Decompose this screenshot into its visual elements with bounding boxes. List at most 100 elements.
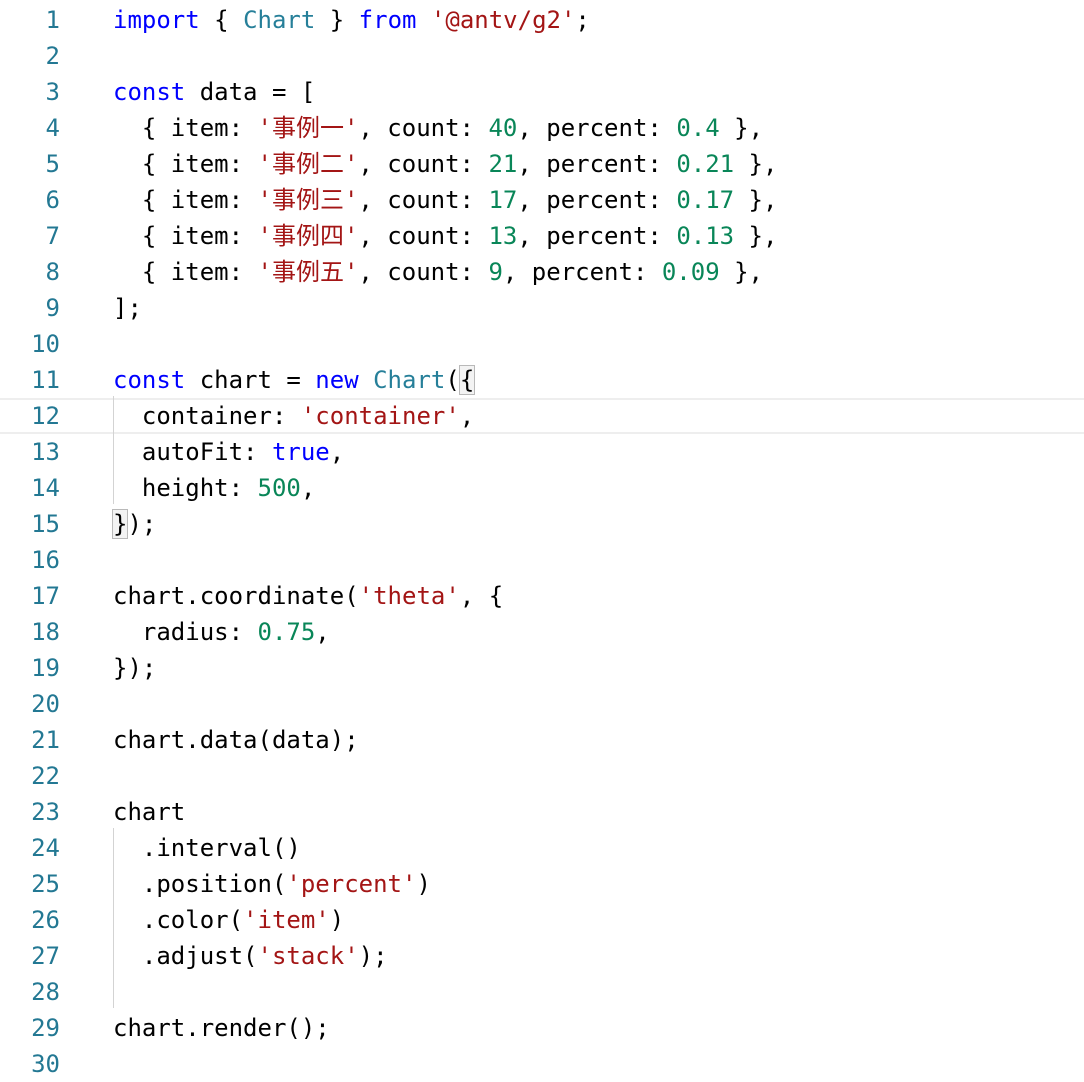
matching-bracket: {: [458, 365, 476, 395]
code-line[interactable]: 4 { item: '事例一', count: 40, percent: 0.4…: [0, 110, 1084, 146]
code-line[interactable]: 29 chart.render();: [0, 1010, 1084, 1046]
matching-bracket: }: [111, 509, 129, 539]
line-code: { item: '事例一', count: 40, percent: 0.4 }…: [113, 110, 763, 146]
code-token: { item:: [113, 114, 258, 142]
line-code: chart.render();: [113, 1010, 330, 1046]
code-token: .color(: [113, 906, 244, 934]
line-number: 7: [45, 222, 60, 250]
line-code: height: 500,: [113, 470, 315, 506]
line-number: 8: [45, 258, 60, 286]
code-token: '事例二': [257, 150, 359, 178]
line-number: 25: [31, 870, 60, 898]
line-number: 20: [31, 690, 60, 718]
code-token: 9: [488, 258, 503, 286]
code-token: },: [719, 258, 764, 286]
code-token: (: [445, 366, 460, 394]
code-line[interactable]: 28: [0, 974, 1084, 1010]
code-line[interactable]: 27 .adjust('stack');: [0, 938, 1084, 974]
code-line[interactable]: 30: [0, 1046, 1084, 1082]
code-token: );: [358, 942, 388, 970]
line-number: 2: [45, 42, 60, 70]
code-token: ,: [329, 438, 345, 466]
code-token: .position(: [113, 870, 287, 898]
code-line[interactable]: 20: [0, 686, 1084, 722]
code-token: 500: [257, 474, 301, 502]
code-line[interactable]: 15});: [0, 506, 1084, 542]
code-line[interactable]: 3 const data = [: [0, 74, 1084, 110]
line-number: 27: [31, 942, 60, 970]
code-token: ,: [459, 402, 475, 430]
indent-guide: [113, 828, 114, 1008]
code-line[interactable]: 25 .position('percent'): [0, 866, 1084, 902]
code-token: },: [734, 222, 778, 250]
code-line[interactable]: 5 { item: '事例二', count: 21, percent: 0.2…: [0, 146, 1084, 182]
line-number: 9: [45, 294, 60, 322]
code-token: height:: [113, 474, 258, 502]
code-token: , count:: [358, 150, 489, 178]
code-token: true: [271, 438, 330, 466]
code-token: 'item': [243, 906, 330, 934]
code-token: ,: [315, 618, 330, 646]
line-number: 23: [31, 798, 60, 826]
code-line[interactable]: 6 { item: '事例三', count: 17, percent: 0.1…: [0, 182, 1084, 218]
line-number: 21: [31, 726, 60, 754]
line-number: 24: [31, 834, 60, 862]
line-number: 18: [31, 618, 60, 646]
code-line[interactable]: 17 chart.coordinate('theta', {: [0, 578, 1084, 614]
code-token: .adjust(: [113, 942, 258, 970]
code-line[interactable]: 19});: [0, 650, 1084, 686]
code-line[interactable]: 1 import { Chart } from '@antv/g2';: [0, 2, 1084, 38]
code-token: radius:: [113, 618, 258, 646]
line-number: 19: [31, 654, 60, 682]
line-number: 4: [45, 114, 60, 142]
line-code: { item: '事例四', count: 13, percent: 0.13 …: [113, 218, 778, 254]
line-number: 10: [31, 330, 60, 358]
code-token: },: [734, 150, 778, 178]
code-token: , count:: [358, 222, 489, 250]
line-code: { item: '事例三', count: 17, percent: 0.17 …: [113, 182, 778, 218]
code-token: },: [734, 186, 778, 214]
code-line[interactable]: 21 chart.data(data);: [0, 722, 1084, 758]
code-line[interactable]: 13 autoFit: true,: [0, 434, 1084, 470]
line-number: 6: [45, 186, 60, 214]
line-number: 17: [31, 582, 60, 610]
code-line[interactable]: 9];: [0, 290, 1084, 326]
line-code: .color('item'): [113, 902, 344, 938]
code-token: , count:: [358, 258, 489, 286]
line-code: chart: [113, 794, 185, 830]
line-number: 30: [31, 1050, 60, 1078]
code-token: 40: [488, 114, 518, 142]
line-code: chart.coordinate('theta', {: [113, 578, 503, 614]
code-token: ,: [300, 474, 316, 502]
code-token: );: [127, 510, 157, 538]
code-line[interactable]: 24 .interval(): [0, 830, 1084, 866]
code-line[interactable]: 7 { item: '事例四', count: 13, percent: 0.1…: [0, 218, 1084, 254]
code-line[interactable]: 26 .color('item'): [0, 902, 1084, 938]
code-token: 'stack': [257, 942, 359, 970]
code-token: new: [315, 366, 359, 394]
line-number: 29: [31, 1014, 60, 1042]
code-line[interactable]: 12 container: 'container',: [0, 398, 1084, 434]
code-token: .interval(): [113, 834, 301, 862]
code-editor[interactable]: 1 import { Chart } from '@antv/g2'; 2 3 cons…: [0, 0, 1084, 1078]
line-number: 28: [31, 978, 60, 1006]
code-token: chart =: [185, 366, 316, 394]
code-line[interactable]: 2: [0, 38, 1084, 74]
code-line[interactable]: 23 chart: [0, 794, 1084, 830]
indent-guide: [113, 396, 114, 504]
code-token: chart: [113, 798, 186, 826]
code-line[interactable]: 22: [0, 758, 1084, 794]
code-line[interactable]: 8 { item: '事例五', count: 9, percent: 0.09…: [0, 254, 1084, 290]
code-line[interactable]: 16: [0, 542, 1084, 578]
line-code: });: [111, 506, 157, 542]
code-token: 0.13: [676, 222, 735, 250]
code-line[interactable]: 10: [0, 326, 1084, 362]
code-token: Chart: [373, 366, 446, 394]
code-line[interactable]: 18 radius: 0.75,: [0, 614, 1084, 650]
code-line[interactable]: 14 height: 500,: [0, 470, 1084, 506]
line-number: 16: [31, 546, 60, 574]
code-line[interactable]: 11 const chart = new Chart({: [0, 362, 1084, 398]
code-token: ];: [113, 294, 142, 322]
line-number: 11: [31, 366, 60, 394]
